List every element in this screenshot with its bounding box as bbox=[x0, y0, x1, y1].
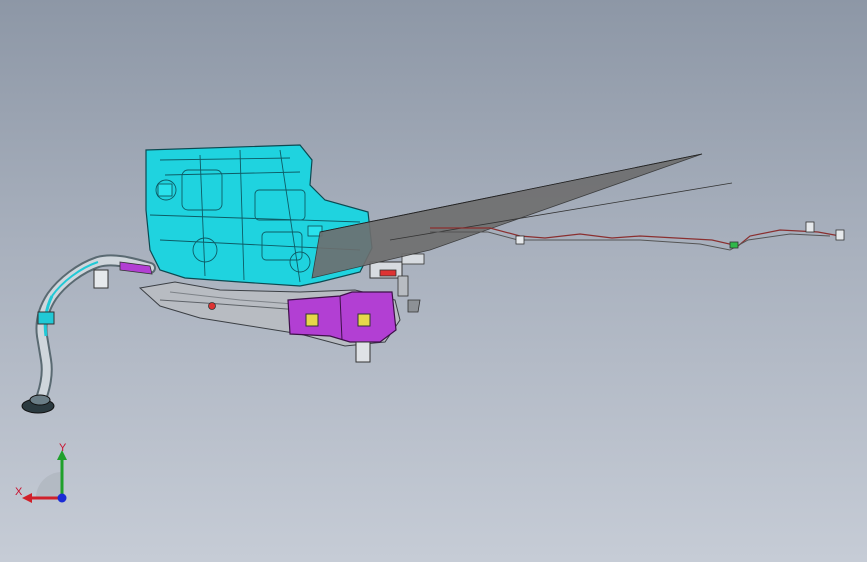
x-axis-label: X bbox=[15, 486, 23, 498]
section-plane[interactable] bbox=[311, 153, 733, 279]
3d-viewport[interactable]: X Y bbox=[0, 0, 867, 562]
canister-bracket[interactable] bbox=[287, 291, 397, 363]
coordinate-triad: X Y bbox=[10, 438, 80, 510]
filler-pipe[interactable] bbox=[35, 254, 156, 402]
cad-model-view[interactable] bbox=[0, 0, 867, 562]
triad-axes bbox=[22, 450, 67, 503]
y-axis-label: Y bbox=[59, 442, 67, 454]
triad-plane bbox=[36, 472, 62, 498]
filler-neck-cap[interactable] bbox=[21, 394, 55, 414]
x-axis-head bbox=[22, 493, 32, 503]
z-axis-dot bbox=[57, 493, 67, 503]
